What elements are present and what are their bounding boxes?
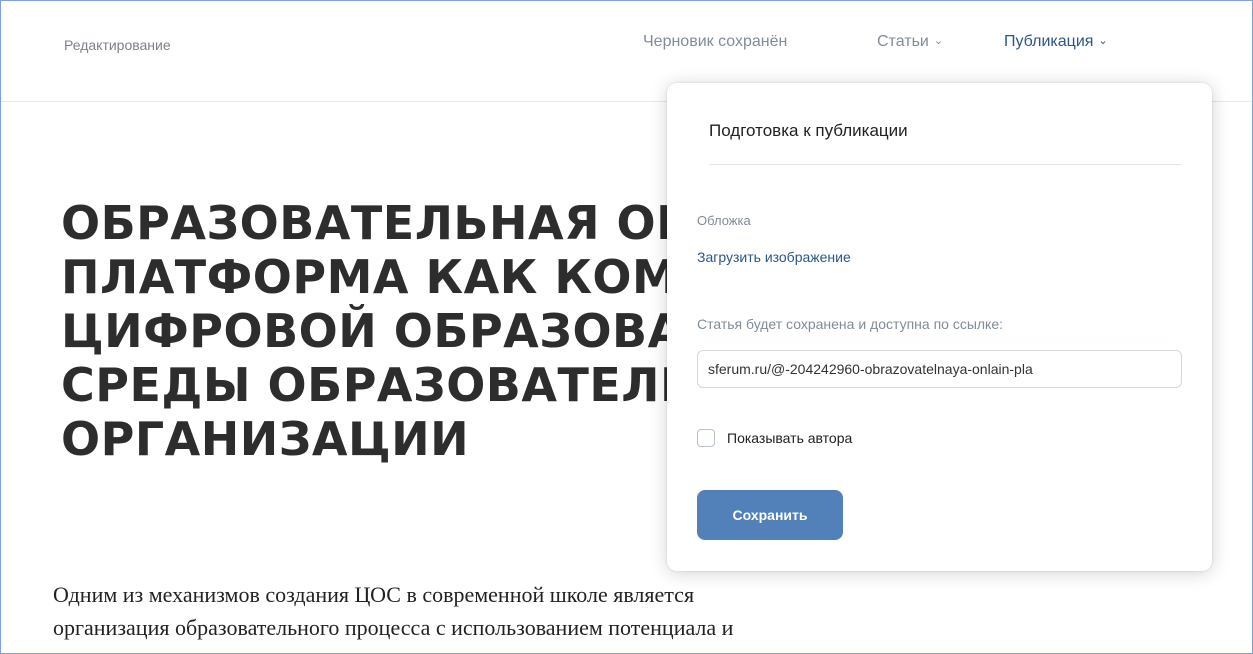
draft-status: Черновик сохранён — [643, 33, 788, 50]
body-line: Одним из механизмов создания ЦОС в совре… — [53, 582, 695, 607]
mode-label: Редактирование — [64, 37, 171, 53]
publish-panel: Подготовка к публикации Обложка Загрузит… — [667, 83, 1212, 571]
cover-label: Обложка — [697, 213, 751, 228]
body-line: организация образовательного процесса с … — [53, 615, 734, 640]
show-author-label: Показывать автора — [727, 430, 853, 446]
editor-window: Редактирование Черновик сохранён Статьи ⌄… — [0, 0, 1253, 654]
chevron-down-icon: ⌄ — [1098, 35, 1108, 47]
upload-image-link[interactable]: Загрузить изображение — [697, 249, 851, 265]
url-label: Статья будет сохранена и доступна по ссы… — [697, 316, 1004, 332]
publish-menu[interactable]: Публикация ⌄ — [1004, 33, 1108, 51]
divider — [709, 164, 1182, 165]
article-url-field[interactable] — [697, 350, 1182, 388]
publish-panel-title: Подготовка к публикации — [709, 121, 908, 140]
articles-menu-label: Статьи — [877, 33, 929, 50]
article-body[interactable]: Одним из механизмов создания ЦОС в совре… — [53, 578, 1013, 644]
save-button[interactable]: Сохранить — [697, 490, 843, 540]
articles-menu[interactable]: Статьи ⌄ — [877, 33, 943, 51]
publish-menu-label: Публикация — [1004, 33, 1094, 50]
show-author-option[interactable]: Показывать автора — [697, 429, 852, 447]
show-author-checkbox[interactable] — [697, 429, 715, 447]
chevron-down-icon: ⌄ — [933, 35, 944, 47]
